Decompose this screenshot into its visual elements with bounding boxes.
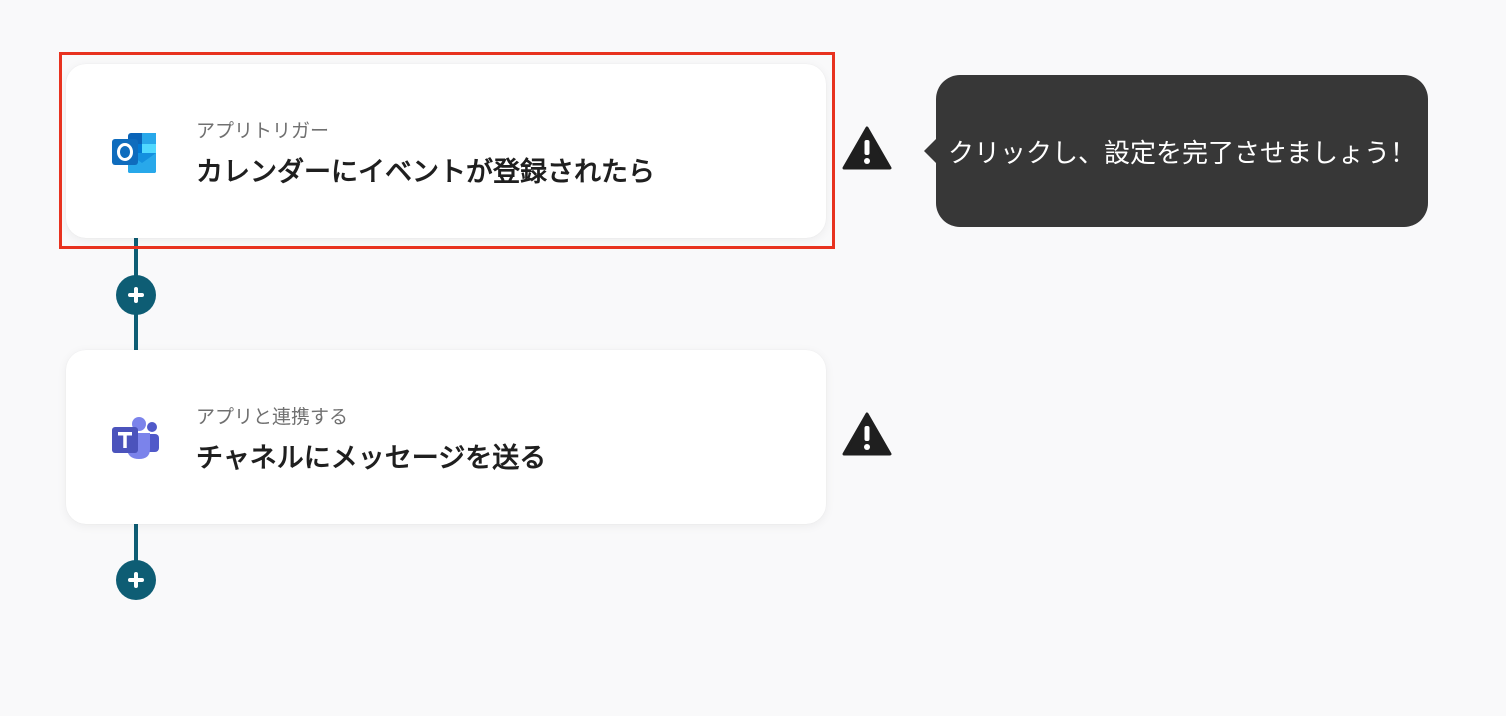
setup-tooltip: クリックし、設定を完了させましょう！ (924, 75, 1428, 227)
trigger-step-card[interactable]: アプリトリガー カレンダーにイベントが登録されたら (66, 64, 826, 238)
warning-icon[interactable] (842, 125, 892, 171)
step-title: チャネルにメッセージを送る (196, 443, 547, 474)
add-step-button[interactable] (116, 560, 156, 600)
tooltip-text: クリックし、設定を完了させましょう！ (947, 138, 1416, 169)
action-step-card[interactable]: アプリと連携する チャネルにメッセージを送る (66, 350, 826, 524)
teams-icon (110, 413, 160, 463)
step-type-label: アプリと連携する (196, 406, 349, 428)
add-step-button[interactable] (116, 275, 156, 315)
step-title: カレンダーにイベントが登録されたら (196, 157, 655, 188)
warning-icon[interactable] (842, 411, 892, 457)
flow-connector-line (134, 522, 138, 562)
step-type-label: アプリトリガー (196, 120, 330, 142)
outlook-icon (110, 127, 160, 177)
